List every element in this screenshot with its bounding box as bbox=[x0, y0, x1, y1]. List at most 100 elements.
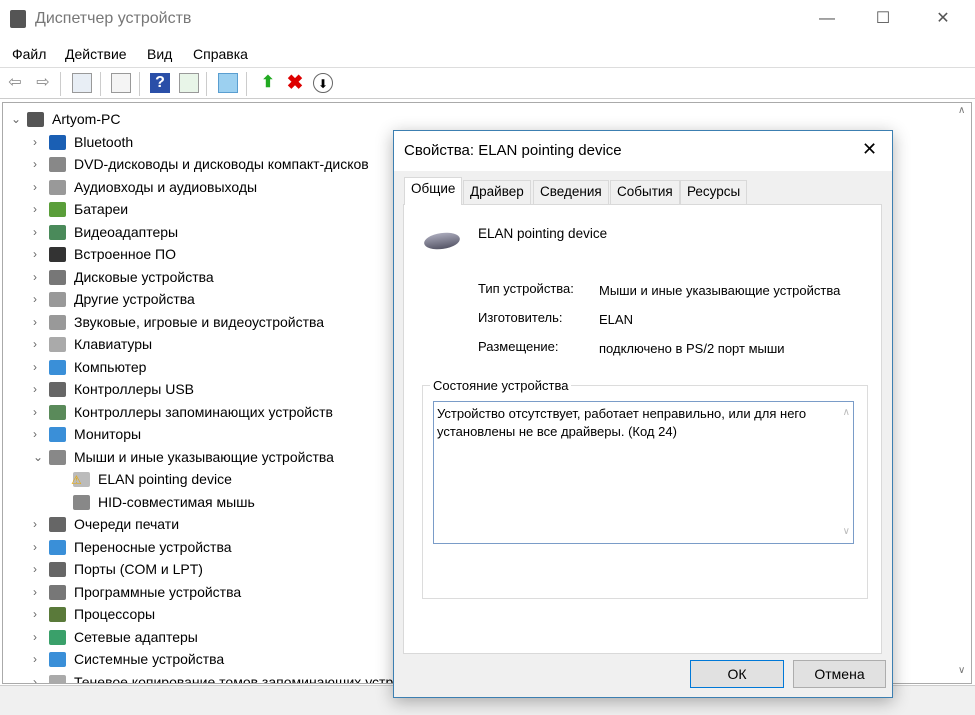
chevron-right-icon[interactable]: › bbox=[33, 626, 45, 648]
help-icon[interactable]: ? bbox=[150, 73, 170, 93]
update-driver-icon[interactable]: ⬆ bbox=[258, 73, 278, 93]
window-title: Диспетчер устройств bbox=[35, 10, 192, 27]
tree-item-label: Переносные устройства bbox=[74, 538, 232, 555]
tree-item-label: DVD-дисководы и дисководы компакт-дисков bbox=[74, 156, 369, 172]
device-category-icon bbox=[49, 674, 66, 683]
tree-item-label: Bluetooth bbox=[74, 133, 134, 150]
chevron-right-icon[interactable]: › bbox=[33, 401, 45, 423]
chevron-right-icon[interactable]: › bbox=[33, 378, 45, 400]
close-button[interactable]: ✕ bbox=[928, 6, 958, 32]
tree-item-label: Порты (COM и LPT) bbox=[74, 561, 203, 577]
tree-item-label: Мыши и иные указывающие устройства bbox=[74, 448, 334, 465]
chevron-down-icon[interactable]: ⌄ bbox=[33, 446, 45, 468]
tree-item-label: Встроенное ПО bbox=[74, 246, 176, 262]
device-category-icon bbox=[49, 404, 66, 420]
device-category-icon bbox=[49, 179, 66, 195]
tree-item-label: Звуковые, игровые и видеоустройства bbox=[74, 313, 325, 330]
tree-item-label: Дисковые устройства bbox=[74, 268, 214, 285]
device-category-icon bbox=[27, 112, 44, 127]
device-category-icon bbox=[49, 652, 66, 667]
tree-item-label: Мониторы bbox=[74, 426, 142, 442]
device-category-icon bbox=[49, 224, 66, 240]
status-text: Устройство отсутствует, работает неправи… bbox=[437, 406, 807, 439]
minimize-button[interactable]: — bbox=[812, 6, 842, 32]
chevron-right-icon[interactable]: › bbox=[33, 603, 45, 625]
chevron-right-icon[interactable]: › bbox=[33, 648, 45, 670]
device-category-icon bbox=[49, 134, 66, 150]
status-group-label: Состояние устройства bbox=[430, 378, 572, 393]
prop-value: Мыши и иные указывающие устройства bbox=[599, 283, 841, 298]
chevron-right-icon[interactable]: › bbox=[33, 198, 45, 220]
device-category-icon bbox=[49, 607, 66, 622]
menu-view[interactable]: Вид bbox=[147, 46, 172, 62]
chevron-right-icon[interactable]: › bbox=[33, 153, 45, 175]
show-hide-tree-icon[interactable] bbox=[72, 73, 92, 93]
dialog-close-button[interactable]: ✕ bbox=[862, 139, 877, 160]
general-panel: ELAN pointing device Тип устройства: Мыш… bbox=[403, 204, 882, 654]
forward-icon[interactable]: ⇨ bbox=[33, 73, 53, 93]
chevron-right-icon[interactable]: › bbox=[33, 311, 45, 333]
menu-file[interactable]: Файл bbox=[12, 46, 46, 62]
action-pane-icon[interactable] bbox=[179, 73, 199, 93]
chevron-right-icon[interactable]: › bbox=[33, 536, 45, 558]
device-category-icon bbox=[49, 292, 66, 307]
tree-scrollbar[interactable]: ∧ ∨ bbox=[955, 103, 971, 683]
status-textbox[interactable]: Устройство отсутствует, работает неправи… bbox=[433, 401, 854, 544]
prop-value: ELAN bbox=[599, 312, 633, 327]
title-bar: Диспетчер устройств — ☐ ✕ bbox=[0, 0, 975, 40]
device-category-icon bbox=[49, 629, 66, 645]
tab-details[interactable]: Сведения bbox=[533, 180, 609, 204]
chevron-right-icon[interactable]: › bbox=[33, 176, 45, 198]
mouse-icon bbox=[423, 230, 461, 252]
prop-label: Тип устройства: bbox=[478, 281, 574, 296]
tree-item-label: Программные устройства bbox=[74, 583, 242, 600]
chevron-right-icon[interactable]: › bbox=[33, 513, 45, 535]
tree-item-label: Контроллеры запоминающих устройств bbox=[74, 403, 333, 420]
chevron-right-icon[interactable]: › bbox=[33, 288, 45, 310]
tab-resources[interactable]: Ресурсы bbox=[680, 180, 748, 204]
cancel-button[interactable]: Отмена bbox=[793, 660, 886, 688]
properties-icon[interactable] bbox=[111, 73, 131, 93]
tree-item-label: Очереди печати bbox=[74, 516, 180, 532]
tree-item-label: HID-совместимая мышь bbox=[98, 493, 255, 510]
dialog-title-bar: Свойства: ELAN pointing device ✕ bbox=[394, 131, 892, 171]
device-manager-icon bbox=[10, 10, 26, 28]
tree-item-label: Сетевые адаптеры bbox=[74, 628, 198, 645]
prop-label: Размещение: bbox=[478, 339, 559, 354]
ok-button[interactable]: ОК bbox=[690, 660, 784, 688]
chevron-right-icon[interactable]: › bbox=[33, 333, 45, 355]
menu-action[interactable]: Действие bbox=[65, 46, 127, 62]
device-category-icon bbox=[49, 539, 66, 555]
device-category-icon bbox=[49, 202, 66, 217]
maximize-button[interactable]: ☐ bbox=[868, 6, 898, 32]
device-category-icon bbox=[73, 494, 90, 510]
chevron-right-icon[interactable]: › bbox=[33, 671, 45, 684]
uninstall-icon[interactable]: ✖ bbox=[285, 73, 305, 93]
prop-value: подключено в PS/2 порт мыши bbox=[599, 341, 785, 356]
device-category-icon bbox=[49, 584, 66, 600]
chevron-down-icon[interactable]: ⌄ bbox=[11, 108, 23, 130]
tab-events[interactable]: События bbox=[610, 180, 680, 204]
dialog-title: Свойства: ELAN pointing device bbox=[404, 142, 622, 159]
chevron-right-icon[interactable]: › bbox=[33, 266, 45, 288]
chevron-right-icon[interactable]: › bbox=[33, 423, 45, 445]
tab-driver[interactable]: Драйвер bbox=[463, 180, 531, 204]
device-category-icon bbox=[49, 359, 66, 375]
chevron-right-icon[interactable]: › bbox=[33, 356, 45, 378]
menu-help[interactable]: Справка bbox=[193, 46, 248, 62]
device-category-icon bbox=[49, 449, 66, 465]
tree-item-label: Теневое копирование томов запоминающих у… bbox=[74, 673, 430, 684]
chevron-right-icon[interactable]: › bbox=[33, 581, 45, 603]
scan-hardware-icon[interactable] bbox=[218, 73, 238, 93]
chevron-right-icon[interactable]: › bbox=[33, 221, 45, 243]
disable-icon[interactable]: ⬇ bbox=[313, 73, 333, 93]
menu-bar: Файл Действие Вид Справка bbox=[0, 42, 975, 66]
tree-item-label: Клавиатуры bbox=[74, 336, 153, 352]
tab-general[interactable]: Общие bbox=[404, 177, 463, 205]
prop-label: Изготовитель: bbox=[478, 310, 563, 325]
tree-item-label: Другие устройства bbox=[74, 291, 195, 307]
chevron-right-icon[interactable]: › bbox=[33, 558, 45, 580]
chevron-right-icon[interactable]: › bbox=[33, 131, 45, 153]
chevron-right-icon[interactable]: › bbox=[33, 243, 45, 265]
back-icon[interactable]: ⇦ bbox=[5, 73, 25, 93]
